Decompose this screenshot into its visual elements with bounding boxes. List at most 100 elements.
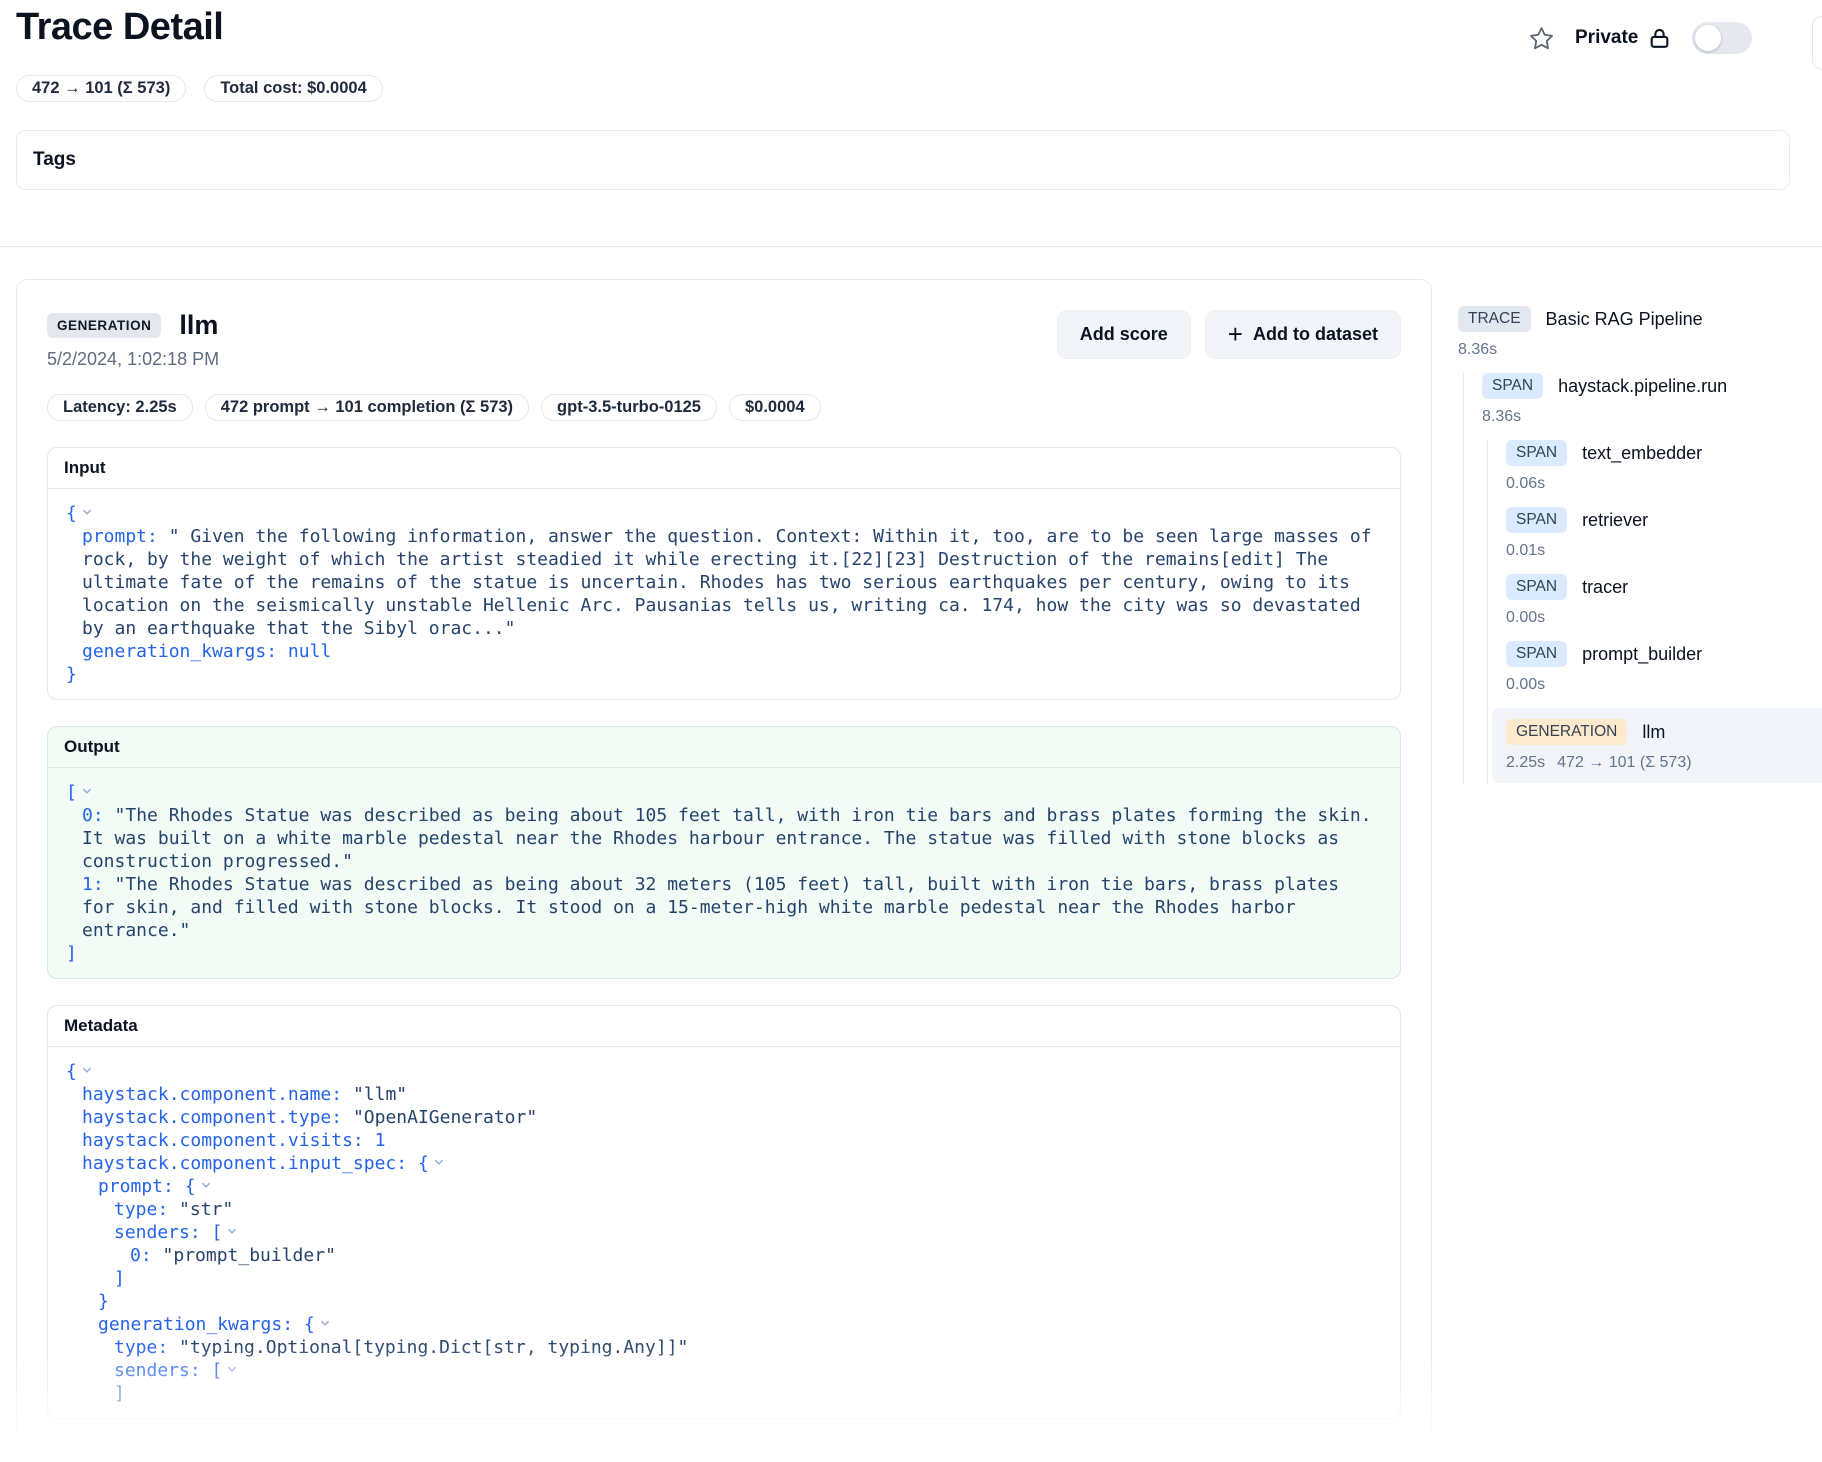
collapse-toggle-icon[interactable]	[433, 1152, 445, 1175]
tree-children: SPANhaystack.pipeline.run8.36sSPANtext_e…	[1463, 373, 1822, 783]
json-line: 1: "The Rhodes Statue was described as b…	[66, 873, 1382, 942]
json-line: ]	[66, 1382, 1382, 1405]
json-token-punc: }	[98, 1291, 109, 1312]
json-token-str: "The Rhodes Statue was described as bein…	[82, 805, 1382, 872]
node-type-badge: SPAN	[1506, 574, 1567, 600]
node-duration: 0.06s	[1506, 475, 1822, 493]
json-token-punc: {	[66, 1061, 77, 1082]
collapse-toggle-icon[interactable]	[319, 1313, 331, 1336]
input-panel-title: Input	[48, 448, 1400, 489]
privacy-label: Private	[1575, 27, 1638, 49]
node-name: Basic RAG Pipeline	[1546, 309, 1703, 330]
json-line: ]	[66, 942, 1382, 965]
observation-type-badge: GENERATION	[47, 313, 161, 338]
json-token-key: 0:	[130, 1245, 163, 1266]
json-token-key: type:	[114, 1337, 179, 1358]
json-line: senders: [	[66, 1359, 1382, 1382]
add-to-dataset-button[interactable]: + Add to dataset	[1205, 310, 1401, 359]
node-token-usage: 472 → 101 (Σ 573)	[1557, 754, 1691, 771]
observation-header: GENERATION llm 5/2/2024, 1:02:18 PM Add …	[47, 310, 1401, 370]
json-token-key: 1:	[82, 874, 115, 895]
tags-title: Tags	[33, 149, 76, 171]
trace-tree-node-retriever[interactable]: SPANretriever0.01s	[1506, 507, 1822, 560]
node-name: tracer	[1582, 577, 1628, 598]
collapse-toggle-icon[interactable]	[226, 1359, 238, 1382]
json-token-key: prompt:	[98, 1176, 185, 1197]
node-type-badge: SPAN	[1506, 440, 1567, 466]
toggle-knob	[1695, 25, 1721, 51]
json-token-key: haystack.component.name:	[82, 1084, 353, 1105]
token-usage-badge: 472 → 101 (Σ 573)	[16, 75, 186, 102]
node-duration: 8.36s	[1458, 341, 1822, 359]
observation-card: GENERATION llm 5/2/2024, 1:02:18 PM Add …	[16, 279, 1432, 1450]
metadata-panel-title: Metadata	[48, 1006, 1400, 1047]
tags-card[interactable]: Tags	[16, 130, 1790, 190]
section-divider	[0, 246, 1822, 247]
json-token-key: senders:	[114, 1360, 212, 1381]
add-score-button[interactable]: Add score	[1057, 310, 1191, 359]
collapse-toggle-icon[interactable]	[81, 1060, 93, 1083]
star-button[interactable]	[1528, 25, 1555, 52]
json-token-num: null	[288, 641, 331, 662]
json-token-str: "prompt_builder"	[163, 1245, 336, 1266]
trace-summary-badges: 472 → 101 (Σ 573) Total cost: $0.0004	[16, 75, 1806, 102]
json-token-punc: {	[418, 1153, 429, 1174]
header-actions: Private	[1528, 22, 1752, 54]
json-token-punc: [	[212, 1360, 223, 1381]
output-panel-title: Output	[48, 727, 1400, 768]
node-duration: 0.01s	[1506, 542, 1822, 560]
metadata-json-viewer: {haystack.component.name: "llm"haystack.…	[48, 1047, 1400, 1418]
json-token-key: senders:	[114, 1222, 212, 1243]
trace-tree-node-prompt-builder[interactable]: SPANprompt_builder0.00s	[1506, 641, 1822, 694]
node-type-badge: TRACE	[1458, 306, 1531, 332]
trace-tree-node-text-embedder[interactable]: SPAN text_embedder 0.06s	[1506, 440, 1822, 493]
star-icon	[1528, 25, 1555, 52]
lock-icon	[1647, 26, 1672, 51]
trace-tree-node-basic-rag-pipeline[interactable]: TRACE Basic RAG Pipeline 8.36s	[1458, 306, 1822, 359]
json-token-str: "The Rhodes Statue was described as bein…	[82, 874, 1350, 941]
json-token-str: "str"	[179, 1199, 233, 1220]
json-token-key: haystack.component.visits:	[82, 1130, 375, 1151]
node-type-badge: SPAN	[1482, 373, 1543, 399]
json-token-punc: {	[185, 1176, 196, 1197]
json-line: haystack.component.name: "llm"	[66, 1083, 1382, 1106]
observation-badge: $0.0004	[729, 394, 821, 421]
trace-tree-node-llm[interactable]: GENERATIONllm2.25s472 → 101 (Σ 573)	[1492, 708, 1822, 783]
json-line: generation_kwargs: null	[66, 640, 1382, 663]
json-line: type: "str"	[66, 1198, 1382, 1221]
trace-tree-node-haystack-pipeline-run[interactable]: SPANhaystack.pipeline.run8.36s	[1482, 373, 1822, 426]
node-duration: 0.00s	[1506, 609, 1822, 627]
privacy-toggle[interactable]	[1692, 22, 1752, 54]
json-line: prompt: " Given the following informatio…	[66, 525, 1382, 640]
json-line: 0: "prompt_builder"	[66, 1244, 1382, 1267]
total-cost-badge: Total cost: $0.0004	[204, 75, 382, 102]
json-token-key: 0:	[82, 805, 115, 826]
json-line: {	[66, 502, 1382, 525]
partial-edge-button[interactable]	[1812, 16, 1822, 70]
trace-tree-node-tracer[interactable]: SPAN tracer 0.00s	[1506, 574, 1822, 627]
observation-badges: Latency: 2.25s472 prompt → 101 completio…	[47, 394, 1401, 421]
collapse-toggle-icon[interactable]	[81, 502, 93, 525]
collapse-toggle-icon[interactable]	[226, 1221, 238, 1244]
output-panel: Output [0: "The Rhodes Statue was descri…	[47, 726, 1401, 979]
json-token-str: "llm"	[353, 1084, 407, 1105]
json-token-key: generation_kwargs:	[82, 641, 288, 662]
json-line: type: "typing.Optional[typing.Dict[str, …	[66, 1336, 1382, 1359]
node-type-badge: GENERATION	[1506, 719, 1627, 745]
observation-name: llm	[179, 310, 218, 341]
json-token-str: " Given the following information, answe…	[82, 526, 1382, 639]
collapse-toggle-icon[interactable]	[200, 1175, 212, 1198]
add-to-dataset-label: Add to dataset	[1253, 324, 1378, 345]
json-token-punc: [	[66, 782, 77, 803]
node-type-badge: SPAN	[1506, 641, 1567, 667]
collapse-toggle-icon[interactable]	[81, 781, 93, 804]
node-name: text_embedder	[1582, 443, 1702, 464]
json-line: haystack.component.input_spec: {	[66, 1152, 1382, 1175]
json-line: prompt: {	[66, 1175, 1382, 1198]
json-token-key: prompt:	[82, 526, 169, 547]
json-token-key: type:	[114, 1199, 179, 1220]
json-line: }	[66, 1290, 1382, 1313]
input-json-viewer: {prompt: " Given the following informati…	[48, 489, 1400, 699]
json-token-key: haystack.component.input_spec:	[82, 1153, 418, 1174]
json-token-punc: {	[66, 503, 77, 524]
